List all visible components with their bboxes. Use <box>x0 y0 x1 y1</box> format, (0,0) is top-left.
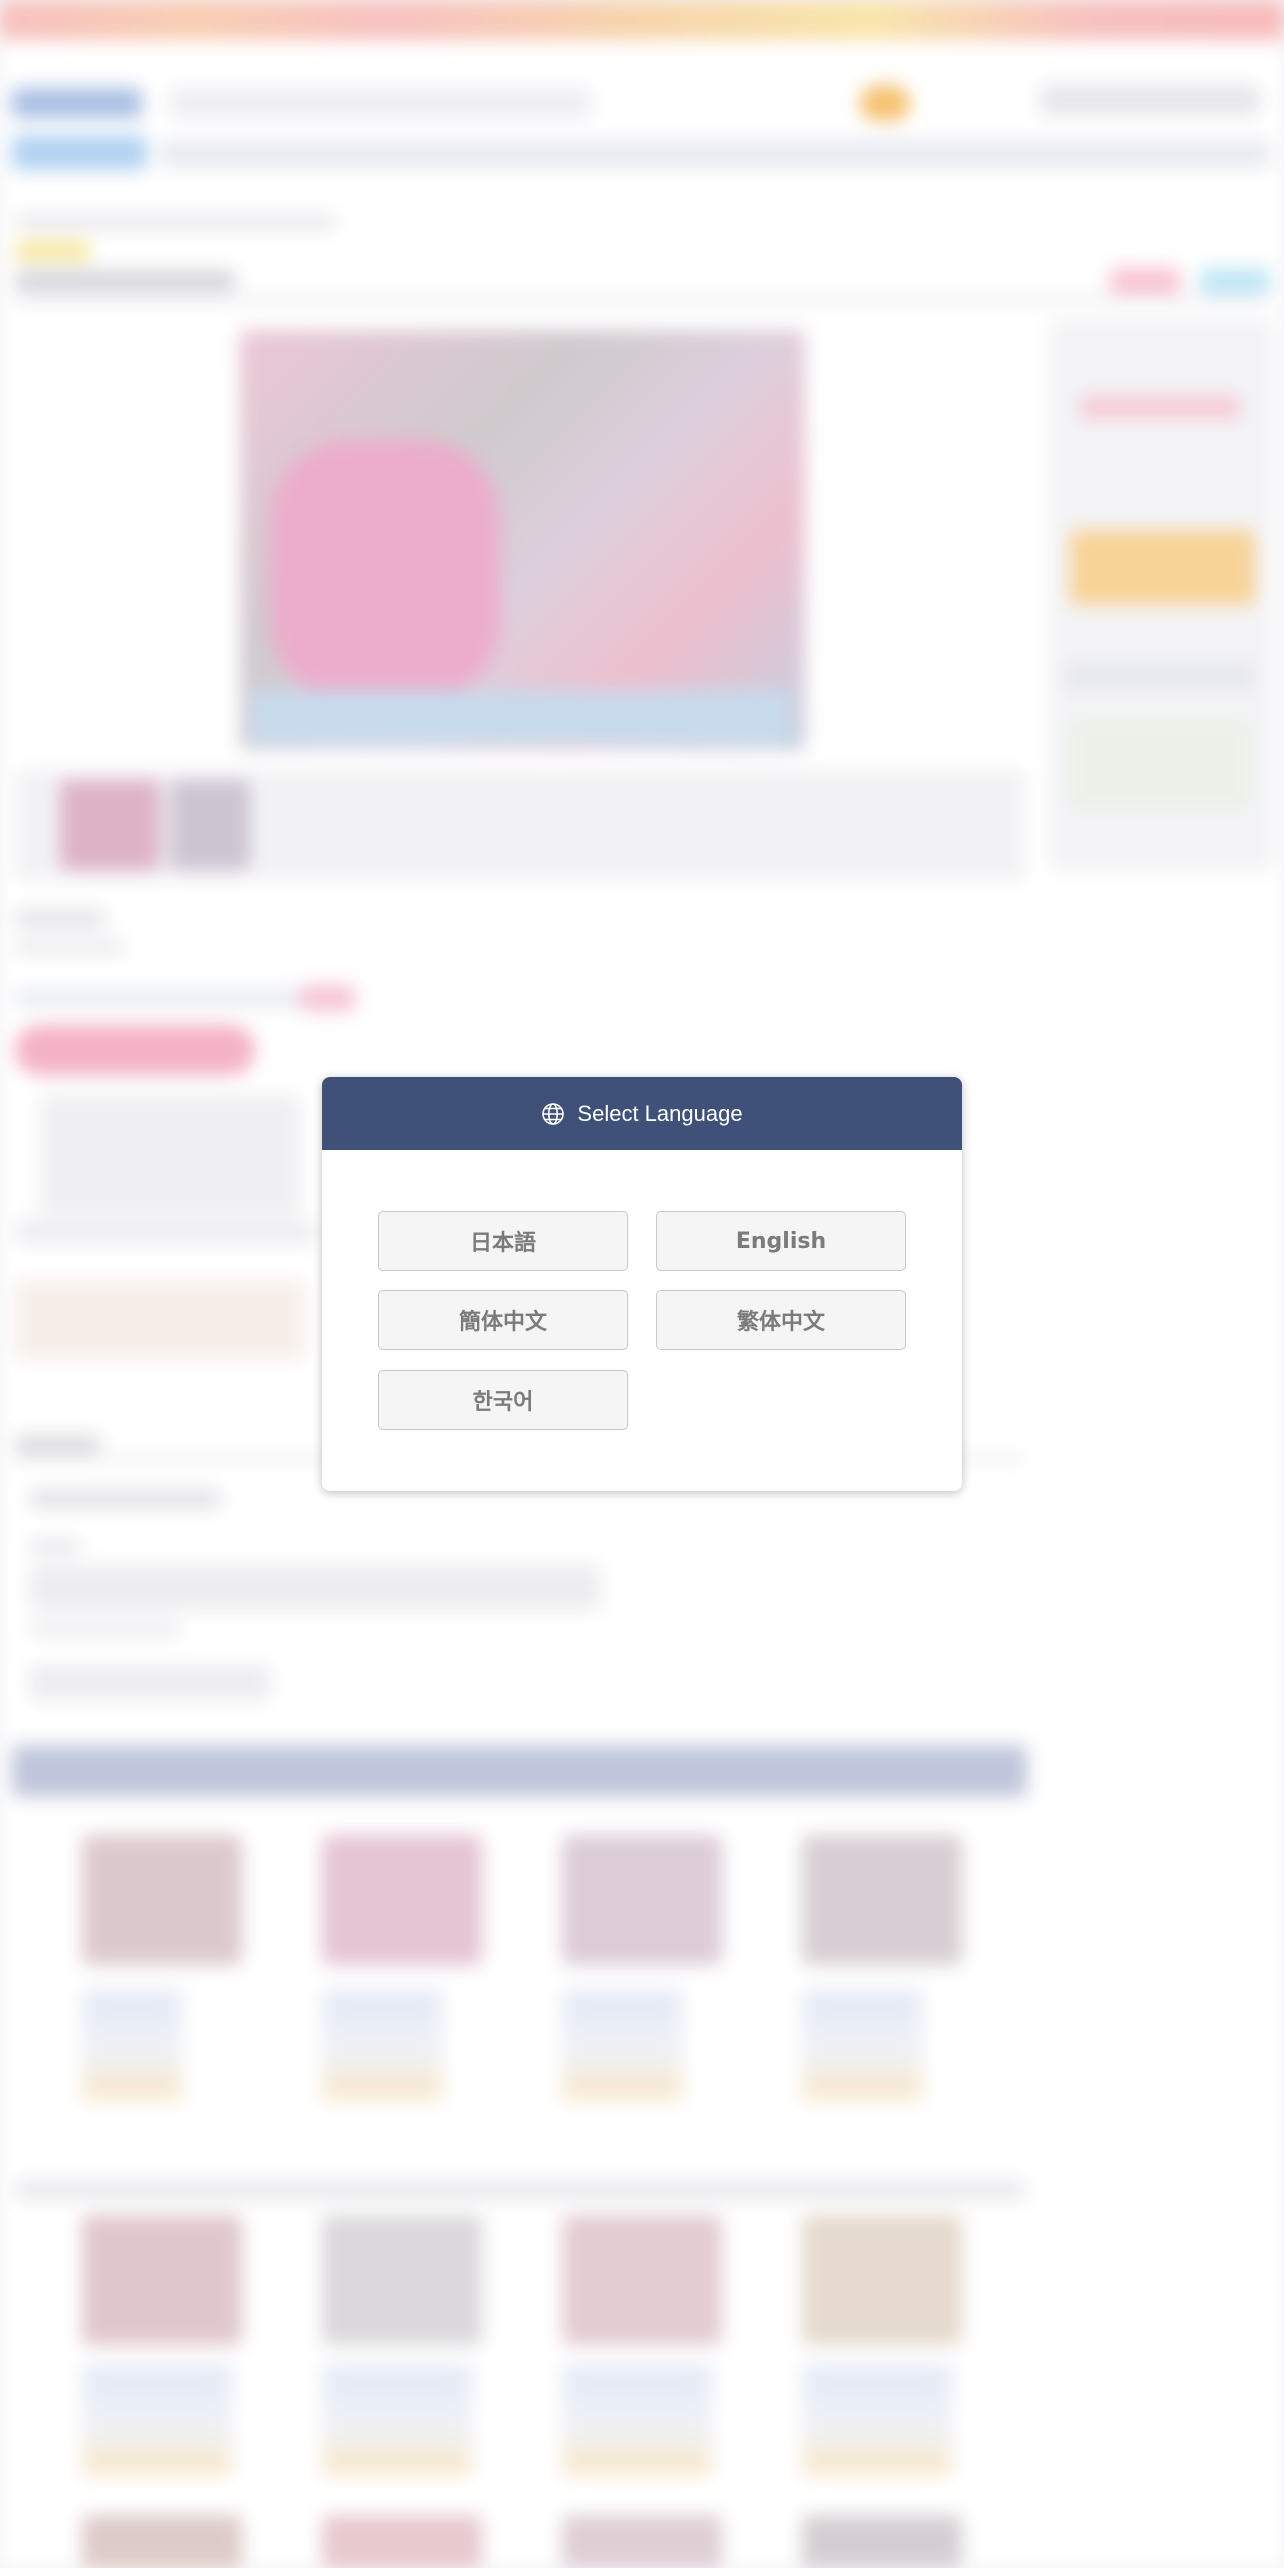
language-button-english[interactable]: English <box>656 1211 906 1271</box>
language-modal: Select Language 日本語 English 簡体中文 繁体中文 한국… <box>322 1077 962 1491</box>
language-button-korean[interactable]: 한국어 <box>378 1370 628 1430</box>
language-modal-title: Select Language <box>577 1100 743 1126</box>
language-modal-header: Select Language <box>322 1077 962 1150</box>
language-button-simplified-chinese[interactable]: 簡体中文 <box>378 1290 628 1350</box>
language-button-traditional-chinese[interactable]: 繁体中文 <box>656 1290 906 1350</box>
globe-icon <box>541 1102 565 1126</box>
language-button-japanese[interactable]: 日本語 <box>378 1211 628 1271</box>
